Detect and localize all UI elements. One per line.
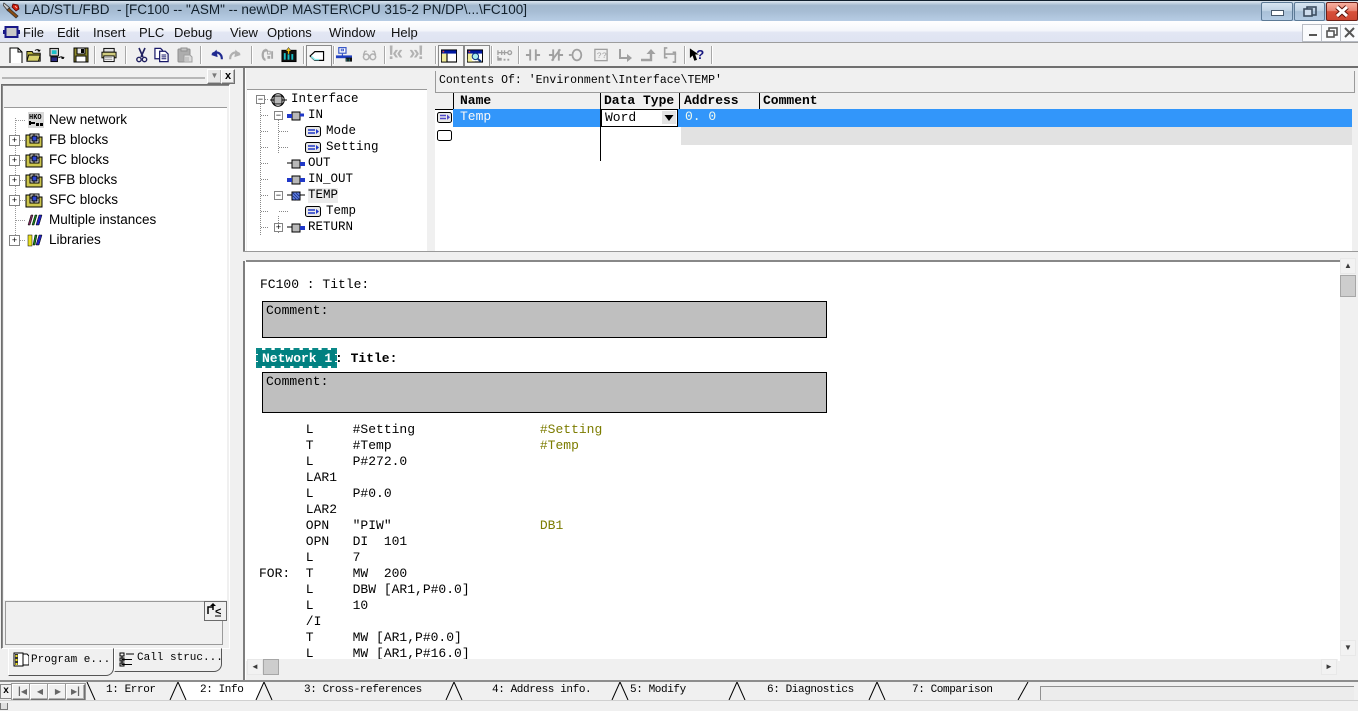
svg-text:?: ? xyxy=(696,47,704,62)
svg-text:HKO: HKO xyxy=(29,114,42,122)
svg-text:??: ?? xyxy=(597,51,607,61)
